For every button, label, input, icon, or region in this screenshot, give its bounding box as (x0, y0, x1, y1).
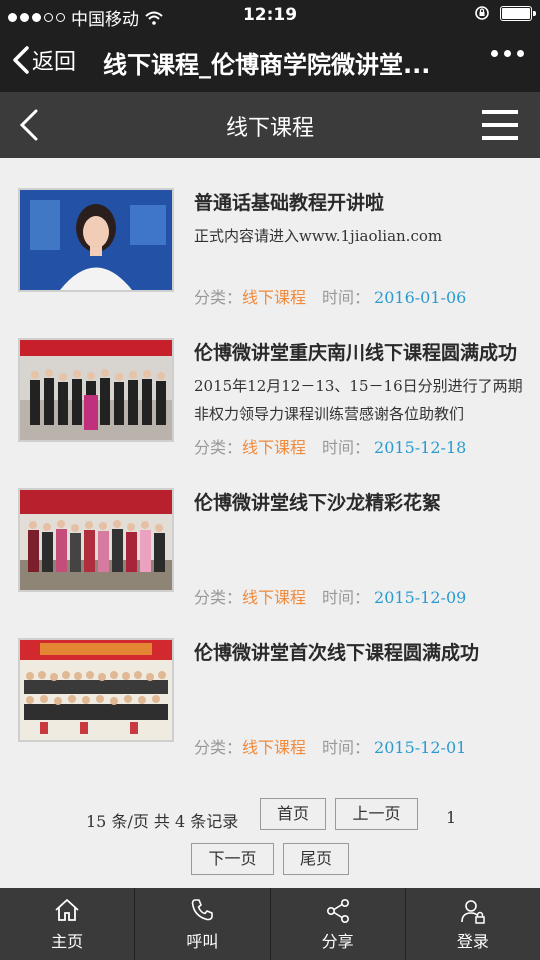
tab-call-label: 呼叫 (186, 932, 219, 951)
phone-icon (192, 899, 214, 921)
wechat-back-button[interactable]: 返回 (12, 44, 76, 76)
wechat-page-title: 线下课程_伦博商学院微讲堂... (103, 51, 431, 79)
article-date: 2015-12-09 (374, 588, 467, 607)
article-thumbnail[interactable] (18, 638, 174, 742)
article-thumbnail[interactable] (18, 338, 174, 442)
category-label: 分类： (194, 288, 243, 307)
chevron-left-icon (13, 46, 29, 74)
article-title[interactable]: 伦博微讲堂首次线下课程圆满成功 (194, 638, 524, 665)
category-label: 分类： (194, 438, 243, 457)
time-label: 时间： (322, 738, 371, 757)
article-item[interactable]: 伦博微讲堂重庆南川线下课程圆满成功 2015年12月12－13、15－16日分别… (0, 308, 540, 457)
article-title[interactable]: 普通话基础教程开讲啦 (194, 188, 524, 215)
rotation-lock-icon (475, 6, 489, 20)
category-link[interactable]: 线下课程 (242, 438, 306, 457)
tab-share[interactable]: 分享 (269, 888, 405, 960)
more-options-icon[interactable] (491, 50, 524, 57)
category-link[interactable]: 线下课程 (242, 588, 306, 607)
article-date: 2016-01-06 (374, 288, 467, 307)
next-page-button[interactable]: 下一页 (191, 843, 274, 875)
article-item[interactable]: 伦博微讲堂线下沙龙精彩花絮 分类：线下课程 时间： 2015-12-09 (0, 458, 540, 607)
category-label: 分类： (194, 588, 243, 607)
current-page: 1 (446, 808, 457, 827)
pagination-info: 15 条/页 共 4 条记录 (86, 812, 239, 831)
tab-call[interactable]: 呼叫 (134, 888, 269, 960)
article-meta: 分类：线下课程 时间： 2015-12-18 (194, 434, 466, 458)
last-page-button[interactable]: 尾页 (283, 843, 349, 875)
article-thumbnail[interactable] (18, 188, 174, 292)
article-meta: 分类：线下课程 时间： 2015-12-01 (194, 734, 466, 758)
site-header: 线下课程 (0, 92, 540, 158)
article-item[interactable]: 伦博微讲堂首次线下课程圆满成功 分类：线下课程 时间： 2015-12-01 (0, 608, 540, 757)
article-date: 2015-12-01 (374, 738, 467, 757)
article-excerpt: 正式内容请进入www.1jiaolian.com (194, 227, 443, 245)
home-icon (55, 899, 79, 921)
bottom-tab-bar: 主页 呼叫 分享 登录 (0, 888, 540, 960)
prev-page-button[interactable]: 上一页 (335, 798, 418, 830)
time-label: 时间： (322, 288, 371, 307)
article-title[interactable]: 伦博微讲堂重庆南川线下课程圆满成功 (194, 338, 524, 365)
wechat-back-label: 返回 (32, 50, 77, 75)
article-excerpt (194, 672, 526, 728)
battery-icon (500, 5, 536, 21)
status-right (474, 5, 536, 21)
tab-login-label: 登录 (456, 932, 489, 951)
tab-login[interactable]: 登录 (404, 888, 540, 960)
hamburger-menu-icon[interactable] (482, 110, 518, 140)
article-date: 2015-12-18 (374, 438, 467, 457)
time-label: 时间： (322, 438, 371, 457)
category-link[interactable]: 线下课程 (242, 288, 306, 307)
first-page-button[interactable]: 首页 (260, 798, 326, 830)
user-login-icon (461, 900, 485, 924)
article-thumbnail[interactable] (18, 488, 174, 592)
article-item[interactable]: 普通话基础教程开讲啦 正式内容请进入www.1jiaolian.com 分类：线… (0, 158, 540, 307)
tab-share-label: 分享 (321, 932, 354, 951)
status-time: 12:19 (242, 5, 298, 25)
category-label: 分类： (194, 738, 243, 757)
status-bar: 中国移动 12:19 (0, 0, 540, 32)
article-excerpt (194, 522, 526, 578)
share-icon (326, 898, 349, 923)
tab-home[interactable]: 主页 (0, 888, 134, 960)
article-meta: 分类：线下课程 时间： 2015-12-09 (194, 584, 466, 608)
article-title[interactable]: 伦博微讲堂线下沙龙精彩花絮 (194, 488, 524, 515)
time-label: 时间： (322, 588, 371, 607)
tab-home-label: 主页 (51, 932, 84, 951)
category-link[interactable]: 线下课程 (242, 738, 306, 757)
site-header-title: 线下课程 (225, 116, 314, 141)
article-meta: 分类：线下课程 时间： 2016-01-06 (194, 284, 466, 308)
wechat-nav-bar: 返回 线下课程_伦博商学院微讲堂... (0, 32, 540, 92)
article-excerpt: 2015年12月12－13、15－16日分别进行了两期非权力领导力课程训练营感谢… (194, 377, 523, 423)
